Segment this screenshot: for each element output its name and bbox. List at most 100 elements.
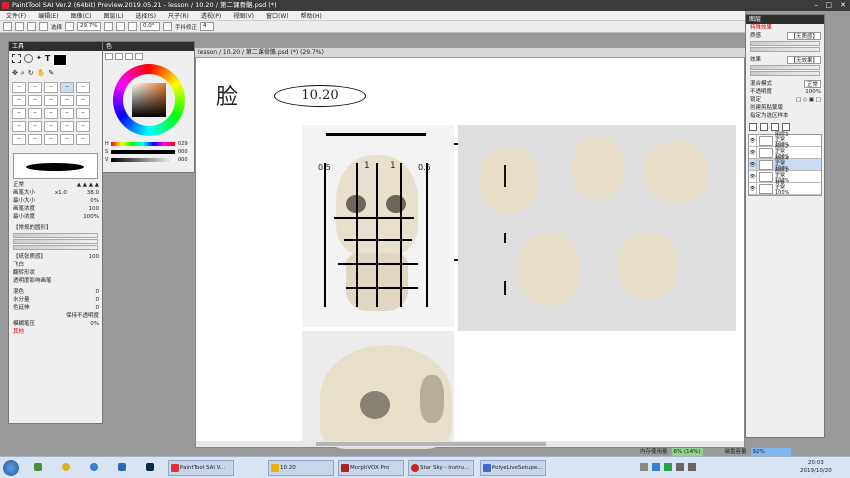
custom-tool-10[interactable]: ~ xyxy=(76,134,90,145)
close-icon[interactable]: ✕ xyxy=(840,0,846,11)
custom-tool-6[interactable]: ~ xyxy=(12,134,26,145)
pencil-tool[interactable]: ~ xyxy=(44,82,58,93)
bucket-tool[interactable]: ~ xyxy=(76,95,90,106)
rotation-field[interactable]: 0.0° xyxy=(140,22,161,31)
lasso-icon[interactable] xyxy=(24,54,33,63)
smudge-tool[interactable]: ~ xyxy=(44,108,58,119)
binary-pen-tool[interactable]: ~ xyxy=(12,108,26,119)
merge-down-icon[interactable] xyxy=(771,123,779,131)
delete-layer-icon[interactable] xyxy=(782,123,790,131)
h-slider[interactable] xyxy=(111,142,175,146)
menu-view[interactable]: 视图(V) xyxy=(233,11,254,20)
brush-size-multiplier[interactable]: x1.0 xyxy=(55,189,67,197)
minimize-icon[interactable]: – xyxy=(815,0,819,11)
gradient-tool[interactable]: ~ xyxy=(60,108,74,119)
pen-tool[interactable]: ~ xyxy=(28,82,42,93)
horizontal-scrollbar[interactable] xyxy=(196,441,744,447)
check-transparent-row[interactable]: 透明度影响画笔 xyxy=(9,277,102,285)
h-value[interactable]: 029 xyxy=(178,141,188,147)
color-square[interactable] xyxy=(132,83,166,117)
shape-section[interactable]: 【常规的圆形】 xyxy=(9,224,102,232)
texture-section[interactable]: 【纸张质感】 100 xyxy=(9,253,102,261)
custom-tool-3[interactable]: ~ xyxy=(44,121,58,132)
keep-opacity-label[interactable]: 保持不透明度 xyxy=(66,312,99,320)
rotate-left-button[interactable] xyxy=(116,22,126,31)
min-density-value[interactable]: 100% xyxy=(83,213,99,221)
custom-tool-7[interactable]: ~ xyxy=(28,134,42,145)
maximize-icon[interactable]: □ xyxy=(825,0,832,11)
menu-edit[interactable]: 编辑(E) xyxy=(38,11,58,20)
eye-icon[interactable]: 👁 xyxy=(749,146,757,159)
texture-select[interactable]: 【无质感】 xyxy=(787,32,821,40)
opacity-value[interactable]: 100% xyxy=(805,88,821,96)
blur-pressure-value[interactable]: 0% xyxy=(90,320,99,328)
select-pen-tool[interactable]: ~ xyxy=(44,95,58,106)
clip-row[interactable]: 创建剪贴蒙版 xyxy=(746,104,824,112)
taskbar-app-sai[interactable]: PaintTool SAI V... xyxy=(168,460,234,476)
move-icon[interactable]: ✥ xyxy=(12,69,18,78)
eyedropper-icon[interactable]: ✎ xyxy=(48,69,54,78)
select-rect-icon[interactable] xyxy=(12,54,21,63)
effect-width-slider[interactable] xyxy=(750,65,820,70)
rotate-right-button[interactable] xyxy=(128,22,138,31)
blur-tool[interactable]: ~ xyxy=(28,108,42,119)
tray-icon[interactable] xyxy=(652,463,660,471)
texture-strength-slider[interactable] xyxy=(750,47,820,52)
menu-select[interactable]: 选择(S) xyxy=(136,11,157,20)
blur-pressure-row[interactable]: 模糊笔压 0% xyxy=(9,320,102,328)
blend-row[interactable]: 混色 0 xyxy=(9,288,102,296)
shape-slider[interactable] xyxy=(13,233,98,238)
shape-slider-2[interactable] xyxy=(13,239,98,244)
zoom-icon[interactable]: ⌕ xyxy=(21,69,25,78)
hsv-slider-tab-icon[interactable] xyxy=(125,53,133,60)
zoom-field[interactable]: 29.7% xyxy=(77,22,102,31)
menu-ruler[interactable]: 尺子(R) xyxy=(168,11,189,20)
special-effect-row[interactable]: 特殊效果 xyxy=(746,24,824,32)
canvas-tab[interactable]: lesson / 10.20 / 第二课骨骼.psd (*) (29.7%) xyxy=(195,48,745,58)
volume-icon[interactable] xyxy=(688,463,696,471)
custom-tool-8[interactable]: ~ xyxy=(44,134,58,145)
tray-icon[interactable] xyxy=(640,463,648,471)
menu-help[interactable]: 帮助(H) xyxy=(301,11,322,20)
check-flip-row[interactable]: 翻转形状 xyxy=(9,269,102,277)
taskbar-app-music[interactable]: Star Sky - Instru... xyxy=(408,460,474,476)
texture-section-value[interactable]: 100 xyxy=(89,253,100,261)
clock[interactable]: 20:03 2019/10/20 xyxy=(800,459,832,475)
menu-layer[interactable]: 图层(L) xyxy=(104,11,124,20)
pinned-app-icon-2[interactable] xyxy=(90,463,98,471)
custom-tool-5[interactable]: ~ xyxy=(76,121,90,132)
photoshop-icon[interactable] xyxy=(146,463,154,471)
texture-row[interactable]: 质感 【无质感】 xyxy=(746,32,824,40)
redo-button[interactable] xyxy=(27,22,36,31)
effect-select[interactable]: 【无效果】 xyxy=(787,56,821,64)
blend-mode-select[interactable]: 正常 xyxy=(803,80,821,88)
new-file-button[interactable] xyxy=(3,22,12,31)
select-eraser-tool[interactable]: ~ xyxy=(60,95,74,106)
water-row[interactable]: 水分量 0 xyxy=(9,296,102,304)
pinned-app-icon-3[interactable] xyxy=(118,463,126,471)
custom-tool-9[interactable]: ~ xyxy=(60,134,74,145)
undo-button[interactable] xyxy=(15,22,24,31)
blend-value[interactable]: 0 xyxy=(96,288,100,296)
rotate-icon[interactable]: ↻ xyxy=(28,69,34,78)
shape-slider-3[interactable] xyxy=(13,245,98,250)
color-extend-value[interactable]: 0 xyxy=(96,304,100,312)
eye-icon[interactable]: 👁 xyxy=(749,134,757,147)
new-folder-icon[interactable] xyxy=(760,123,768,131)
zoom-in-button[interactable] xyxy=(104,22,114,31)
effect-row[interactable]: 效果 【无效果】 xyxy=(746,56,824,64)
color-wheel[interactable] xyxy=(113,64,185,136)
menu-image[interactable]: 图像(C) xyxy=(71,11,92,20)
menu-perspective[interactable]: 透视(P) xyxy=(201,11,221,20)
text-icon[interactable]: T xyxy=(45,54,50,66)
airbrush-tool[interactable]: ~ xyxy=(60,82,74,93)
s-value[interactable]: 000 xyxy=(178,149,188,155)
taskbar-app-setup[interactable]: PolyeLiveSetupe... xyxy=(480,460,546,476)
min-density-row[interactable]: 最小浓度 100% xyxy=(9,213,102,221)
eye-icon[interactable]: 👁 xyxy=(749,182,757,195)
v-slider[interactable] xyxy=(111,158,175,162)
water-value[interactable]: 0 xyxy=(96,296,100,304)
texture-scale-slider[interactable] xyxy=(750,41,820,46)
lock-icons[interactable]: □ ◇ ▣ □ xyxy=(796,96,821,104)
eraser-tool[interactable]: ~ xyxy=(28,95,42,106)
